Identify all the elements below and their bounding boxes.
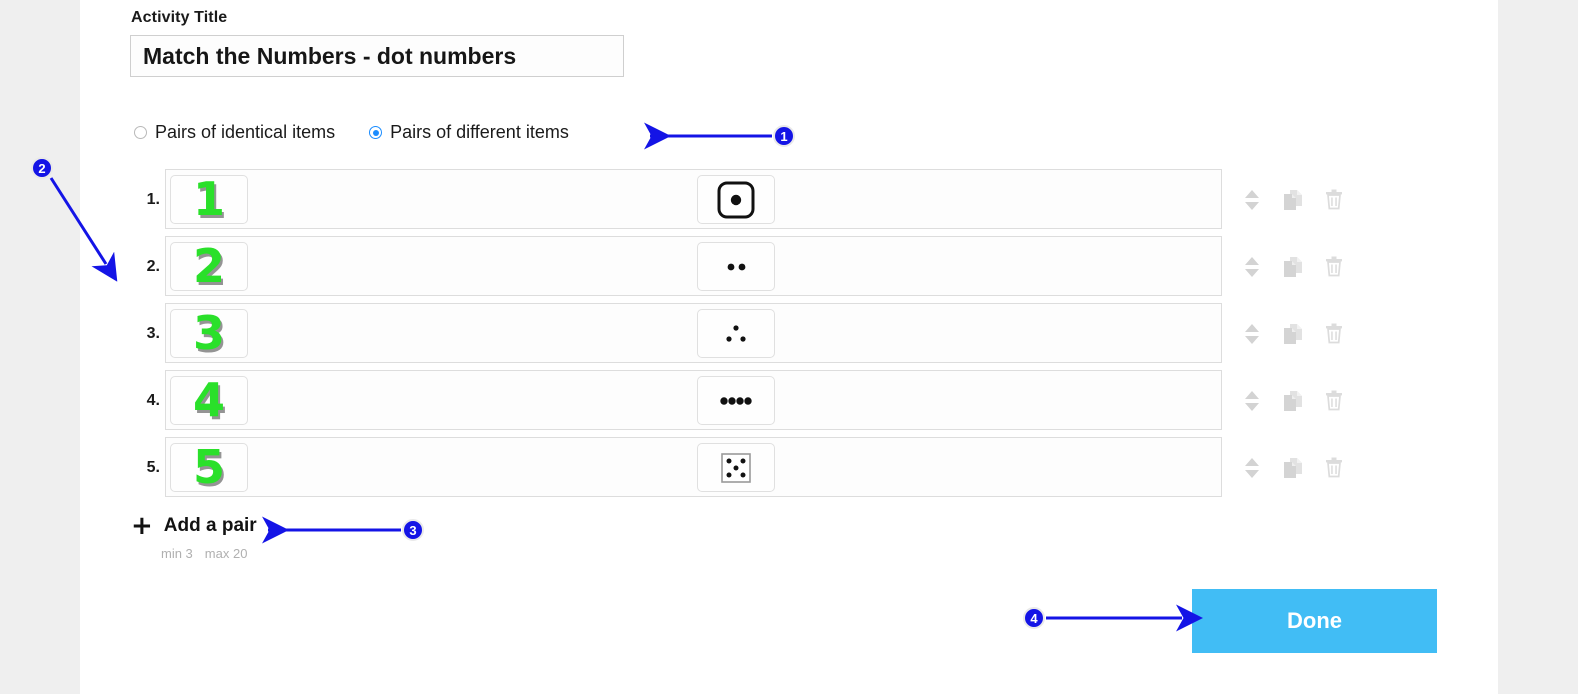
radio-unchecked-icon — [134, 126, 147, 139]
radio-option-identical[interactable]: Pairs of identical items — [134, 122, 335, 143]
row-actions — [1241, 304, 1345, 364]
pair-left-cell[interactable]: 1 — [170, 175, 248, 224]
pair-left-cell[interactable]: 2 — [170, 242, 248, 291]
row-index: 5. — [146, 459, 160, 476]
pair-right-cell[interactable] — [697, 242, 775, 291]
activity-title-label: Activity Title — [131, 9, 228, 26]
row-actions — [1241, 438, 1345, 498]
row-actions — [1241, 170, 1345, 230]
table-row: 4. 4 — [147, 370, 1342, 430]
die-face-5-icon — [721, 452, 751, 483]
add-pair-button[interactable]: + Add a pair — [131, 513, 257, 539]
table-row: 2. 2 — [147, 236, 1342, 296]
radio-option-different-label: Pairs of different items — [390, 122, 569, 142]
add-pair-label: Add a pair — [163, 515, 257, 536]
row-index: 3. — [146, 325, 160, 342]
dots-4-icon — [720, 396, 752, 405]
reorder-icon[interactable] — [1241, 187, 1263, 213]
pair-left-value: 1 — [192, 175, 225, 224]
pair-mode-radio-group: Pairs of identical items Pairs of differ… — [134, 122, 569, 143]
pair-right-cell[interactable] — [697, 309, 775, 358]
radio-option-different[interactable]: Pairs of different items — [369, 122, 569, 143]
plus-icon: + — [131, 511, 153, 541]
row-actions — [1241, 371, 1345, 431]
radio-checked-icon — [369, 126, 383, 139]
pair-left-cell[interactable]: 3 — [170, 309, 248, 358]
delete-icon[interactable] — [1323, 455, 1345, 481]
duplicate-icon[interactable] — [1282, 455, 1304, 481]
reorder-icon[interactable] — [1241, 321, 1263, 347]
duplicate-icon[interactable] — [1282, 187, 1304, 213]
reorder-icon[interactable] — [1241, 388, 1263, 414]
row-index: 4. — [146, 392, 160, 409]
row-index: 2. — [146, 258, 160, 275]
table-row: 5. 5 — [147, 437, 1342, 497]
row-index: 1. — [146, 191, 160, 208]
die-face-1-icon — [717, 181, 755, 218]
pair-right-cell[interactable] — [697, 443, 775, 492]
table-row: 3. 3 — [147, 303, 1342, 363]
pair-left-value: 3 — [192, 309, 225, 358]
pair-right-cell[interactable] — [697, 376, 775, 425]
delete-icon[interactable] — [1323, 254, 1345, 280]
row-actions — [1241, 237, 1345, 297]
duplicate-icon[interactable] — [1282, 254, 1304, 280]
delete-icon[interactable] — [1323, 321, 1345, 347]
radio-option-identical-label: Pairs of identical items — [155, 122, 336, 142]
pair-count-constraints: min 3 max 20 — [161, 546, 247, 561]
reorder-icon[interactable] — [1241, 455, 1263, 481]
done-button[interactable]: Done — [1192, 589, 1437, 653]
dots-3-icon — [726, 324, 746, 342]
min-pairs-label: min 3 — [161, 546, 193, 561]
pair-left-cell[interactable]: 4 — [170, 376, 248, 425]
dots-2-icon — [727, 263, 746, 270]
duplicate-icon[interactable] — [1282, 388, 1304, 414]
activity-title-input[interactable]: Match the Numbers - dot numbers — [130, 35, 624, 77]
pair-right-cell[interactable] — [697, 175, 775, 224]
pairs-list: 1. 1 2. 2 3. 3 4. 4 5. 5 — [147, 169, 1342, 504]
pair-left-value: 4 — [192, 376, 225, 425]
pair-left-value: 2 — [192, 242, 225, 291]
pair-left-cell[interactable]: 5 — [170, 443, 248, 492]
reorder-icon[interactable] — [1241, 254, 1263, 280]
delete-icon[interactable] — [1323, 388, 1345, 414]
table-row: 1. 1 — [147, 169, 1342, 229]
max-pairs-label: max 20 — [204, 546, 248, 561]
duplicate-icon[interactable] — [1282, 321, 1304, 347]
pair-left-value: 5 — [192, 443, 225, 492]
delete-icon[interactable] — [1323, 187, 1345, 213]
